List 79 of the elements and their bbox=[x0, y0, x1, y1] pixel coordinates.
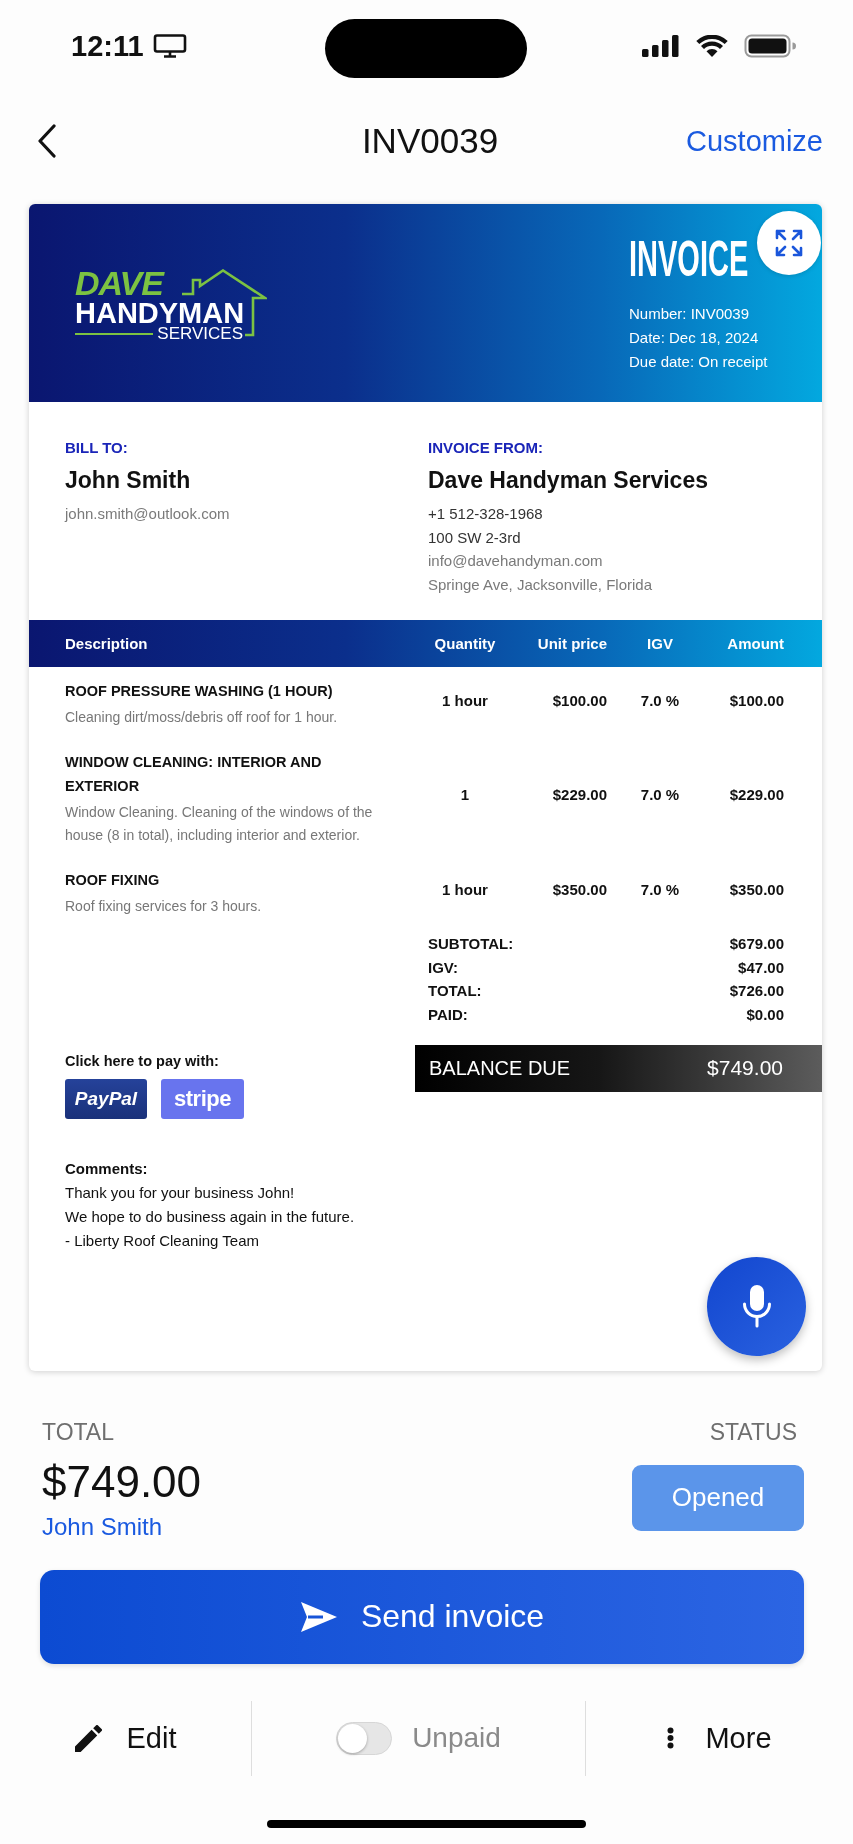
microphone-icon bbox=[741, 1284, 772, 1329]
table-cell: 7.0 % bbox=[640, 691, 680, 709]
more-button[interactable]: More bbox=[667, 1721, 772, 1755]
total-amount: $749.00 bbox=[42, 1457, 202, 1506]
contact-line: Springe Ave, Jacksonville, Florida bbox=[428, 574, 652, 595]
contact-line: john.smith@outlook.com bbox=[65, 504, 230, 524]
wifi-icon bbox=[696, 34, 728, 58]
send-icon bbox=[299, 1600, 338, 1633]
table-cell: 1 bbox=[460, 786, 470, 803]
back-icon bbox=[37, 124, 57, 158]
pencil-icon bbox=[74, 1724, 102, 1752]
column-header: Quantity bbox=[434, 635, 496, 652]
comments-label: Comments: bbox=[65, 1158, 148, 1179]
more-icon bbox=[667, 1727, 675, 1750]
table-cell: 1 hour bbox=[442, 691, 488, 709]
invoice-title: INVOICE bbox=[629, 234, 749, 284]
table-cell: $350.00 bbox=[552, 880, 607, 898]
comment-line: We hope to do business again in the future. bbox=[65, 1206, 355, 1227]
table-cell: $100.00 bbox=[729, 691, 784, 709]
invoice-meta: Number: INV0039 bbox=[629, 304, 750, 324]
table-cell: $229.00 bbox=[552, 786, 607, 803]
contact-line: 100 SW 2-3rd bbox=[428, 527, 521, 548]
signal-icon bbox=[642, 35, 680, 57]
party-name: John Smith bbox=[65, 466, 191, 495]
status-time: 12:11 bbox=[71, 29, 144, 63]
payment-button[interactable]: stripe bbox=[161, 1078, 244, 1119]
total-label: IGV: bbox=[428, 957, 458, 978]
item-description: Window Cleaning. Cleaning of the windows of the house (8 in total), including interior and exterior. bbox=[65, 803, 374, 845]
back-button[interactable] bbox=[37, 124, 57, 158]
invoice-meta: Due date: On receipt bbox=[629, 352, 768, 372]
total-label: SUBTOTAL: bbox=[428, 934, 514, 954]
payment-label: Click here to pay with: bbox=[65, 1051, 219, 1071]
party-name: Dave Handyman Services bbox=[428, 466, 708, 495]
item-description: Cleaning dirt/moss/debris off roof for 1 hour. bbox=[65, 708, 338, 727]
column-header: Description bbox=[65, 635, 148, 652]
edit-button[interactable]: Edit bbox=[74, 1721, 177, 1755]
monitor-icon bbox=[152, 34, 187, 58]
balance-due-amount: $749.00 bbox=[707, 1056, 783, 1081]
column-header: Amount bbox=[727, 635, 784, 652]
battery-icon bbox=[744, 34, 796, 58]
total-value: $726.00 bbox=[729, 981, 784, 1002]
item-title: ROOF PRESSURE WASHING (1 HOUR) bbox=[65, 682, 333, 701]
status-heading: STATUS bbox=[709, 1418, 797, 1445]
total-value: $679.00 bbox=[729, 934, 784, 954]
company-logo: DAVE HANDYMAN SERVICES bbox=[75, 269, 267, 342]
expand-icon bbox=[775, 229, 803, 257]
section-label: INVOICE FROM: bbox=[428, 438, 543, 458]
table-cell: $100.00 bbox=[552, 691, 607, 709]
customize-button[interactable]: Customize bbox=[686, 124, 823, 158]
payment-button[interactable]: PayPal bbox=[65, 1078, 147, 1119]
table-cell: 7.0 % bbox=[640, 786, 680, 803]
item-title: ROOF FIXING bbox=[65, 871, 160, 890]
table-cell: $229.00 bbox=[729, 786, 784, 803]
send-invoice-button[interactable]: Send invoice bbox=[40, 1569, 804, 1664]
total-value: $0.00 bbox=[746, 1005, 784, 1026]
comment-line: - Liberty Roof Cleaning Team bbox=[65, 1230, 259, 1251]
customer-link[interactable]: John Smith bbox=[42, 1512, 163, 1541]
total-value: $47.00 bbox=[738, 957, 784, 978]
section-label: BILL TO: bbox=[65, 438, 128, 458]
item-title: WINDOW CLEANING: INTERIOR AND EXTERIOR bbox=[65, 753, 323, 796]
contact-line: info@davehandyman.com bbox=[428, 551, 603, 571]
status-badge: Opened bbox=[632, 1464, 804, 1531]
invoice-meta: Date: Dec 18, 2024 bbox=[629, 328, 759, 348]
table-cell: 7.0 % bbox=[640, 880, 680, 898]
table-cell: 1 hour bbox=[442, 880, 488, 898]
item-description: Roof fixing services for 3 hours. bbox=[65, 897, 262, 916]
total-label: PAID: bbox=[428, 1005, 468, 1026]
toggle-label: Unpaid bbox=[412, 1722, 501, 1755]
total-heading: TOTAL bbox=[42, 1418, 114, 1445]
column-header: IGV bbox=[647, 635, 673, 652]
comment-line: Thank you for your business John! bbox=[65, 1182, 295, 1203]
microphone-button[interactable] bbox=[707, 1256, 806, 1356]
screen-title: INV0039 bbox=[361, 121, 499, 161]
toggle-switch[interactable] bbox=[336, 1721, 393, 1755]
balance-due-label: BALANCE DUE bbox=[429, 1056, 571, 1080]
column-header: Unit price bbox=[537, 635, 607, 652]
table-cell: $350.00 bbox=[729, 880, 784, 898]
total-label: TOTAL: bbox=[428, 981, 482, 1002]
contact-line: +1 512-328-1968 bbox=[428, 504, 543, 524]
